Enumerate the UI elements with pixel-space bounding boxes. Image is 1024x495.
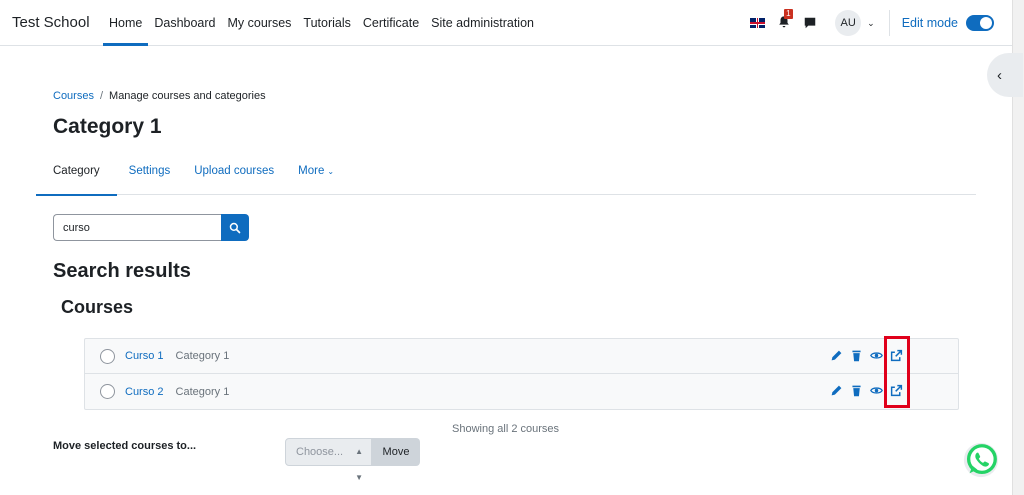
user-menu-chevron-icon[interactable]: ⌄ [867,18,875,29]
tab-more[interactable]: More ⌄ [286,150,346,195]
navbar-user-area: 1 AU ⌄ Edit mode [750,0,994,46]
chevron-left-icon: ‹ [997,66,1002,84]
move-category-select[interactable]: Choose... ▲ ▼ [285,438,372,482]
delete-trash-icon[interactable] [850,349,863,362]
breadcrumb: Courses / Manage courses and categories [53,90,266,102]
search-button[interactable] [221,214,249,241]
open-drawer-button[interactable]: ‹ [987,53,1023,97]
courses-heading: Courses [61,297,134,317]
nav-home[interactable]: Home [103,0,149,46]
top-navbar: Test School Home Dashboard My courses Tu… [0,0,1012,46]
notifications-icon[interactable]: 1 [777,9,793,31]
nav-dashboard[interactable]: Dashboard [148,0,221,46]
move-select-placeholder: Choose... [296,446,344,458]
course-select-checkbox[interactable] [100,348,115,364]
course-search [53,214,249,241]
highlight-annotation-box [884,336,910,408]
showing-count-text: Showing all 2 courses [452,423,560,435]
chevron-down-icon: ⌄ [327,167,335,176]
primary-navigation: Home Dashboard My courses Tutorials Cert… [103,0,540,46]
navbar-divider [888,10,890,36]
breadcrumb-separator: / [99,90,104,102]
page-title: Category 1 [53,115,162,138]
visibility-eye-icon[interactable] [870,349,883,362]
nav-site-administration[interactable]: Site administration [425,0,540,46]
site-brand[interactable]: Test School [12,14,90,31]
notification-count-badge: 1 [784,9,793,19]
visibility-eye-icon[interactable] [870,384,883,397]
course-category: Category 1 [175,385,230,398]
nav-certificate[interactable]: Certificate [357,0,425,46]
tab-settings[interactable]: Settings [117,150,183,195]
tab-category[interactable]: Category [36,150,117,196]
edit-pencil-icon[interactable] [830,349,843,362]
select-updown-icon: ▲ ▼ [355,447,363,482]
nav-my-courses[interactable]: My courses [222,0,298,46]
search-results-heading: Search results [53,260,191,282]
nav-tutorials[interactable]: Tutorials [297,0,356,46]
course-name-link[interactable]: Curso 1 [125,350,164,362]
edit-mode-toggle[interactable] [966,15,994,31]
course-select-checkbox[interactable] [100,384,115,399]
search-input[interactable] [53,214,221,241]
list-item: Curso 2 Category 1 [85,374,958,409]
user-avatar[interactable]: AU [835,10,862,36]
language-flag-icon[interactable] [750,18,766,28]
search-icon [229,222,241,233]
breadcrumb-courses-link[interactable]: Courses [53,90,94,102]
course-name-link[interactable]: Curso 2 [125,386,164,398]
delete-trash-icon[interactable] [850,384,863,397]
edit-mode-label: Edit mode [901,16,958,30]
edit-pencil-icon[interactable] [830,384,843,397]
messages-icon[interactable] [803,16,817,30]
secondary-navigation: Category Settings Upload courses More ⌄ [36,150,976,196]
move-courses-label: Move selected courses to... [53,440,197,452]
breadcrumb-current: Manage courses and categories [109,90,266,102]
course-list: Curso 1 Category 1 Curso 2 Category 1 [84,338,959,410]
tab-more-label: More [298,165,325,177]
list-item: Curso 1 Category 1 [85,339,958,374]
tab-upload-courses[interactable]: Upload courses [182,150,286,195]
whatsapp-icon[interactable] [962,441,1000,479]
course-category: Category 1 [175,350,230,362]
move-button[interactable]: Move [372,438,420,466]
